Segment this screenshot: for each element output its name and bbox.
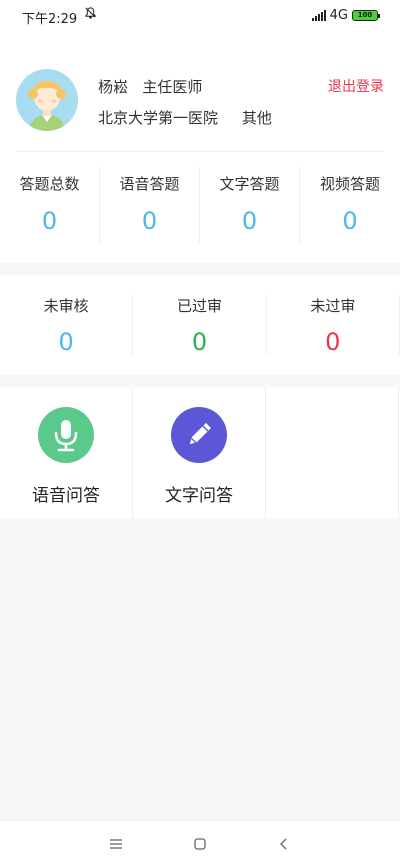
doctor-title: 主任医师: [142, 78, 203, 96]
doctor-avatar-icon: [28, 81, 66, 131]
stat-video-answers[interactable]: 视频答题 0: [300, 167, 400, 243]
department-name: 其他: [241, 109, 272, 127]
hospital-info: 北京大学第一医院 其他: [98, 107, 272, 128]
signal-icon: [311, 10, 326, 21]
network-type: 4G: [329, 8, 348, 23]
voice-qa-button[interactable]: 语音问答: [0, 387, 133, 518]
pencil-icon: [171, 407, 227, 463]
text-qa-button[interactable]: 文字问答: [133, 387, 266, 518]
stat-text-answers[interactable]: 文字答题 0: [200, 167, 300, 243]
stat-pending-review[interactable]: 未审核 0: [0, 295, 134, 356]
doctor-name: 杨崧: [98, 78, 129, 96]
stat-total-answers[interactable]: 答题总数 0: [0, 167, 100, 243]
stat-value: 0: [241, 207, 258, 235]
avatar[interactable]: [16, 69, 78, 131]
stat-value: 0: [325, 328, 341, 356]
logout-button[interactable]: 退出登录: [328, 76, 384, 96]
microphone-icon: [38, 407, 94, 463]
action-grid: 语音问答 文字问答: [0, 387, 400, 518]
stat-rejected[interactable]: 未过审 0: [267, 295, 400, 356]
review-stats: 未审核 0 已过审 0 未过审 0: [0, 275, 400, 375]
answer-stats: 答题总数 0 语音答题 0 文字答题 0 视频答题 0: [0, 167, 400, 243]
status-bar: 下午2:29 4G 100: [0, 0, 400, 32]
battery-level: 100: [357, 11, 373, 19]
stat-label: 未审核: [43, 297, 89, 315]
status-indicators: 4G 100: [311, 8, 380, 23]
profile-card: 杨崧 主任医师 北京大学第一医院 其他 退出登录 答题总数 0 语音答题 0 文…: [0, 32, 400, 263]
status-time: 下午2:29: [22, 12, 78, 27]
stat-label: 未过审: [310, 297, 356, 315]
back-icon[interactable]: [277, 837, 291, 851]
menu-icon[interactable]: [109, 837, 123, 851]
stat-value: 0: [342, 207, 358, 235]
stat-voice-answers[interactable]: 语音答题 0: [100, 167, 200, 243]
stat-value: 0: [191, 328, 208, 356]
battery-icon: 100: [352, 10, 380, 21]
notifications-off-icon: [84, 6, 97, 23]
stat-value: 0: [41, 207, 58, 235]
stat-label: 答题总数: [19, 175, 80, 193]
stat-label: 文字答题: [219, 175, 280, 193]
stat-label: 语音答题: [119, 175, 180, 193]
doctor-info: 杨崧 主任医师: [98, 76, 202, 97]
action-label: 文字问答: [165, 486, 233, 506]
action-label: 语音问答: [32, 486, 100, 506]
hospital-name: 北京大学第一医院: [98, 109, 219, 127]
system-nav-bar: [0, 820, 400, 866]
empty-tile: [266, 387, 399, 518]
stat-value: 0: [58, 328, 74, 356]
stat-label: 已过审: [176, 297, 222, 315]
stat-value: 0: [141, 207, 158, 235]
divider: [16, 151, 384, 152]
stat-label: 视频答题: [319, 175, 380, 193]
stat-approved[interactable]: 已过审 0: [133, 295, 267, 356]
home-icon[interactable]: [193, 837, 207, 851]
